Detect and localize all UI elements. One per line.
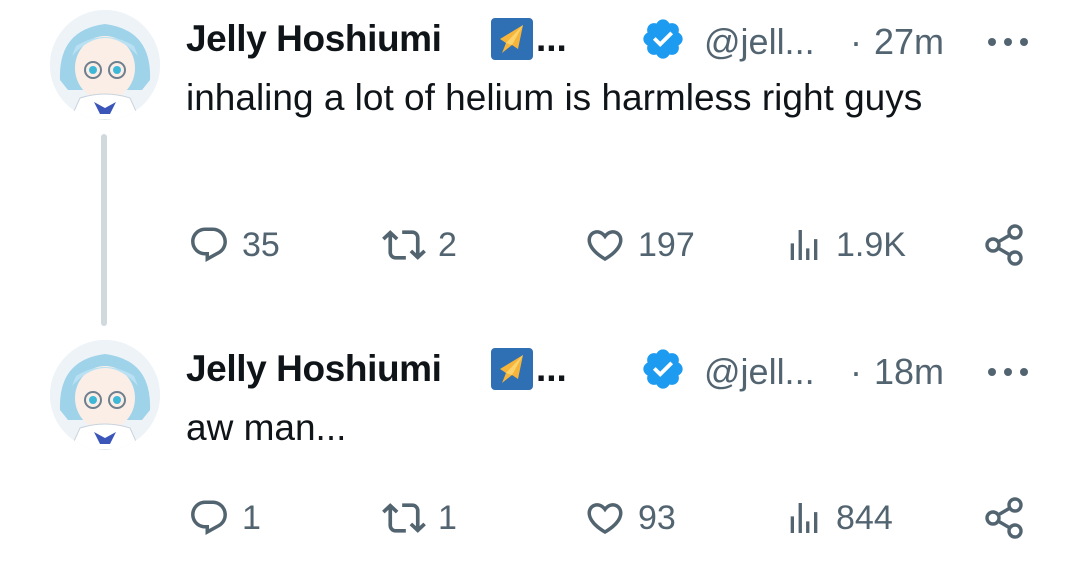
retweet-count: 2 — [438, 225, 457, 264]
timestamp[interactable]: 27m — [874, 21, 944, 63]
reply-button[interactable]: 1 — [188, 493, 261, 543]
share-icon — [985, 224, 1023, 266]
action-bar: 1 1 93 844 — [186, 493, 1032, 543]
more-icon[interactable] — [984, 30, 1032, 54]
like-icon — [587, 503, 623, 535]
reply-count: 35 — [242, 225, 280, 264]
affiliate-badge-icon[interactable] — [490, 347, 534, 391]
display-name[interactable]: Jelly Hoshiumi — [186, 18, 442, 60]
name-ellipsis: ... — [536, 18, 567, 59]
reply-count: 1 — [242, 498, 261, 537]
reply-button[interactable]: 35 — [188, 220, 280, 270]
tweet-header: Jelly Hoshiumi ... @jell... · 18m — [186, 340, 1032, 394]
separator-dot: · — [850, 351, 862, 392]
avatar-image — [50, 340, 160, 450]
reply-icon — [191, 227, 227, 262]
share-icon — [985, 497, 1023, 539]
like-count: 93 — [638, 498, 676, 537]
retweet-count: 1 — [438, 498, 457, 537]
like-count: 197 — [638, 225, 695, 264]
more-icon[interactable] — [984, 360, 1032, 384]
views-button[interactable]: 844 — [784, 493, 893, 543]
avatar[interactable] — [50, 10, 160, 120]
thread-connector — [101, 134, 107, 326]
tweet-text: inhaling a lot of helium is harmless rig… — [186, 77, 923, 118]
verified-badge-icon[interactable] — [640, 16, 686, 62]
avatar[interactable] — [50, 340, 160, 450]
retweet-icon — [382, 503, 426, 533]
views-count: 844 — [836, 498, 893, 537]
tweet[interactable]: Jelly Hoshiumi ... @jell... · 27m inhali… — [0, 0, 1080, 330]
share-button[interactable] — [982, 493, 1026, 543]
verified-badge-icon[interactable] — [640, 346, 686, 392]
handle[interactable]: @jell... — [704, 21, 815, 63]
tweet[interactable]: Jelly Hoshiumi ... @jell... · 18m aw man… — [0, 330, 1080, 575]
avatar-image — [50, 10, 160, 120]
views-icon — [790, 503, 818, 533]
affiliate-badge-icon[interactable] — [490, 17, 534, 61]
timestamp[interactable]: 18m — [874, 351, 944, 393]
retweet-icon — [382, 230, 426, 260]
display-name[interactable]: Jelly Hoshiumi — [186, 348, 442, 390]
views-icon — [790, 230, 818, 260]
like-button[interactable]: 93 — [584, 493, 676, 543]
views-count: 1.9K — [836, 225, 906, 264]
tweet-text: aw man... — [186, 407, 347, 448]
name-ellipsis: ... — [536, 348, 567, 389]
handle[interactable]: @jell... — [704, 351, 815, 393]
like-button[interactable]: 197 — [584, 220, 695, 270]
share-button[interactable] — [982, 220, 1026, 270]
separator-dot: · — [850, 21, 862, 62]
retweet-button[interactable]: 1 — [382, 493, 457, 543]
retweet-button[interactable]: 2 — [382, 220, 457, 270]
reply-icon — [191, 500, 227, 535]
like-icon — [587, 230, 623, 262]
tweet-header: Jelly Hoshiumi ... @jell... · 27m — [186, 10, 1032, 64]
views-button[interactable]: 1.9K — [784, 220, 906, 270]
action-bar: 35 2 197 1.9K — [186, 220, 1032, 270]
